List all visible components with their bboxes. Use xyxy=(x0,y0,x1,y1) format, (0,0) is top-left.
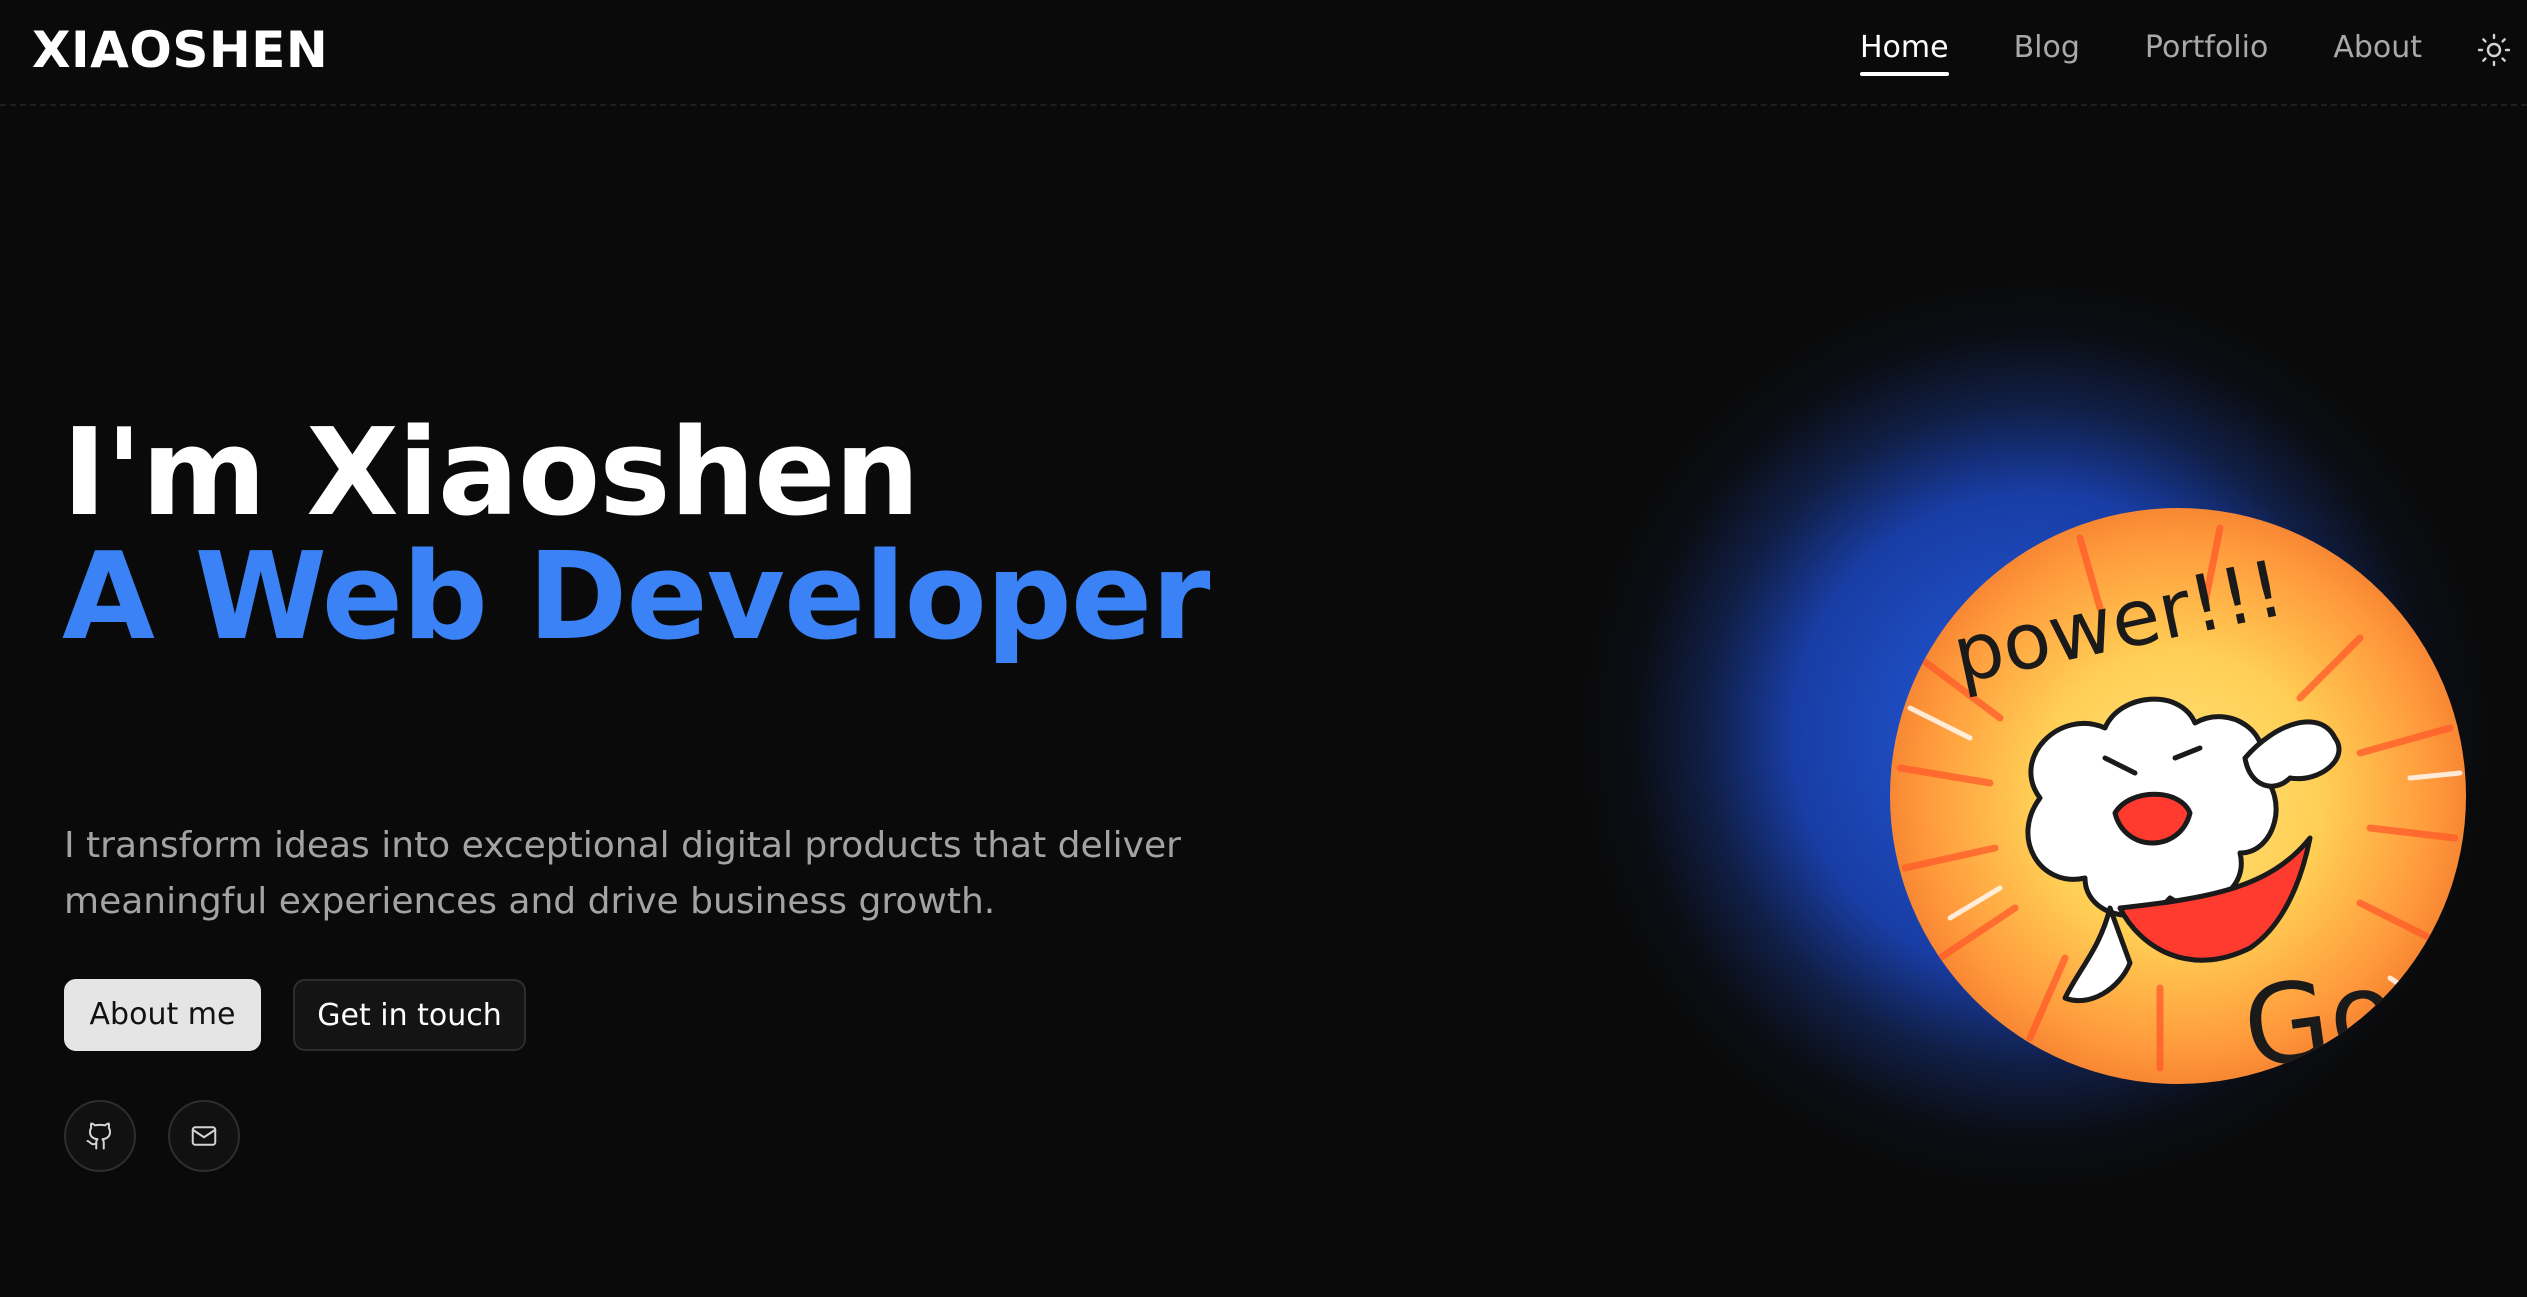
hero-description: I transform ideas into exceptional digit… xyxy=(64,825,1181,922)
hero-title-name: I'm Xiaoshen xyxy=(62,404,920,543)
nav-item-about[interactable]: About xyxy=(2333,26,2422,70)
get-in-touch-button[interactable]: Get in touch xyxy=(293,979,526,1051)
email-link[interactable] xyxy=(168,1100,240,1172)
nav-item-blog[interactable]: Blog xyxy=(2014,26,2080,70)
github-link[interactable] xyxy=(64,1100,136,1172)
theme-toggle-button[interactable] xyxy=(2476,32,2512,68)
nav-item-home[interactable]: Home xyxy=(1860,26,1949,76)
page: XIAOSHEN Home Blog Portfolio About I'm X… xyxy=(0,0,2527,1297)
sun-icon xyxy=(2477,33,2511,67)
avatar-illustration: power!!! Go xyxy=(1890,508,2466,1084)
hero-title: I'm Xiaoshen A Web Developer xyxy=(62,404,1210,667)
hero-title-role: A Web Developer xyxy=(62,528,1210,667)
mail-icon xyxy=(191,1126,217,1146)
github-icon xyxy=(86,1122,112,1150)
about-me-button[interactable]: About me xyxy=(64,979,261,1051)
main-nav: Home Blog Portfolio About xyxy=(1860,26,2487,76)
avatar: power!!! Go xyxy=(1890,508,2466,1084)
site-header: XIAOSHEN Home Blog Portfolio About xyxy=(0,0,2527,106)
site-logo[interactable]: XIAOSHEN xyxy=(32,22,328,78)
nav-item-portfolio[interactable]: Portfolio xyxy=(2145,26,2268,70)
